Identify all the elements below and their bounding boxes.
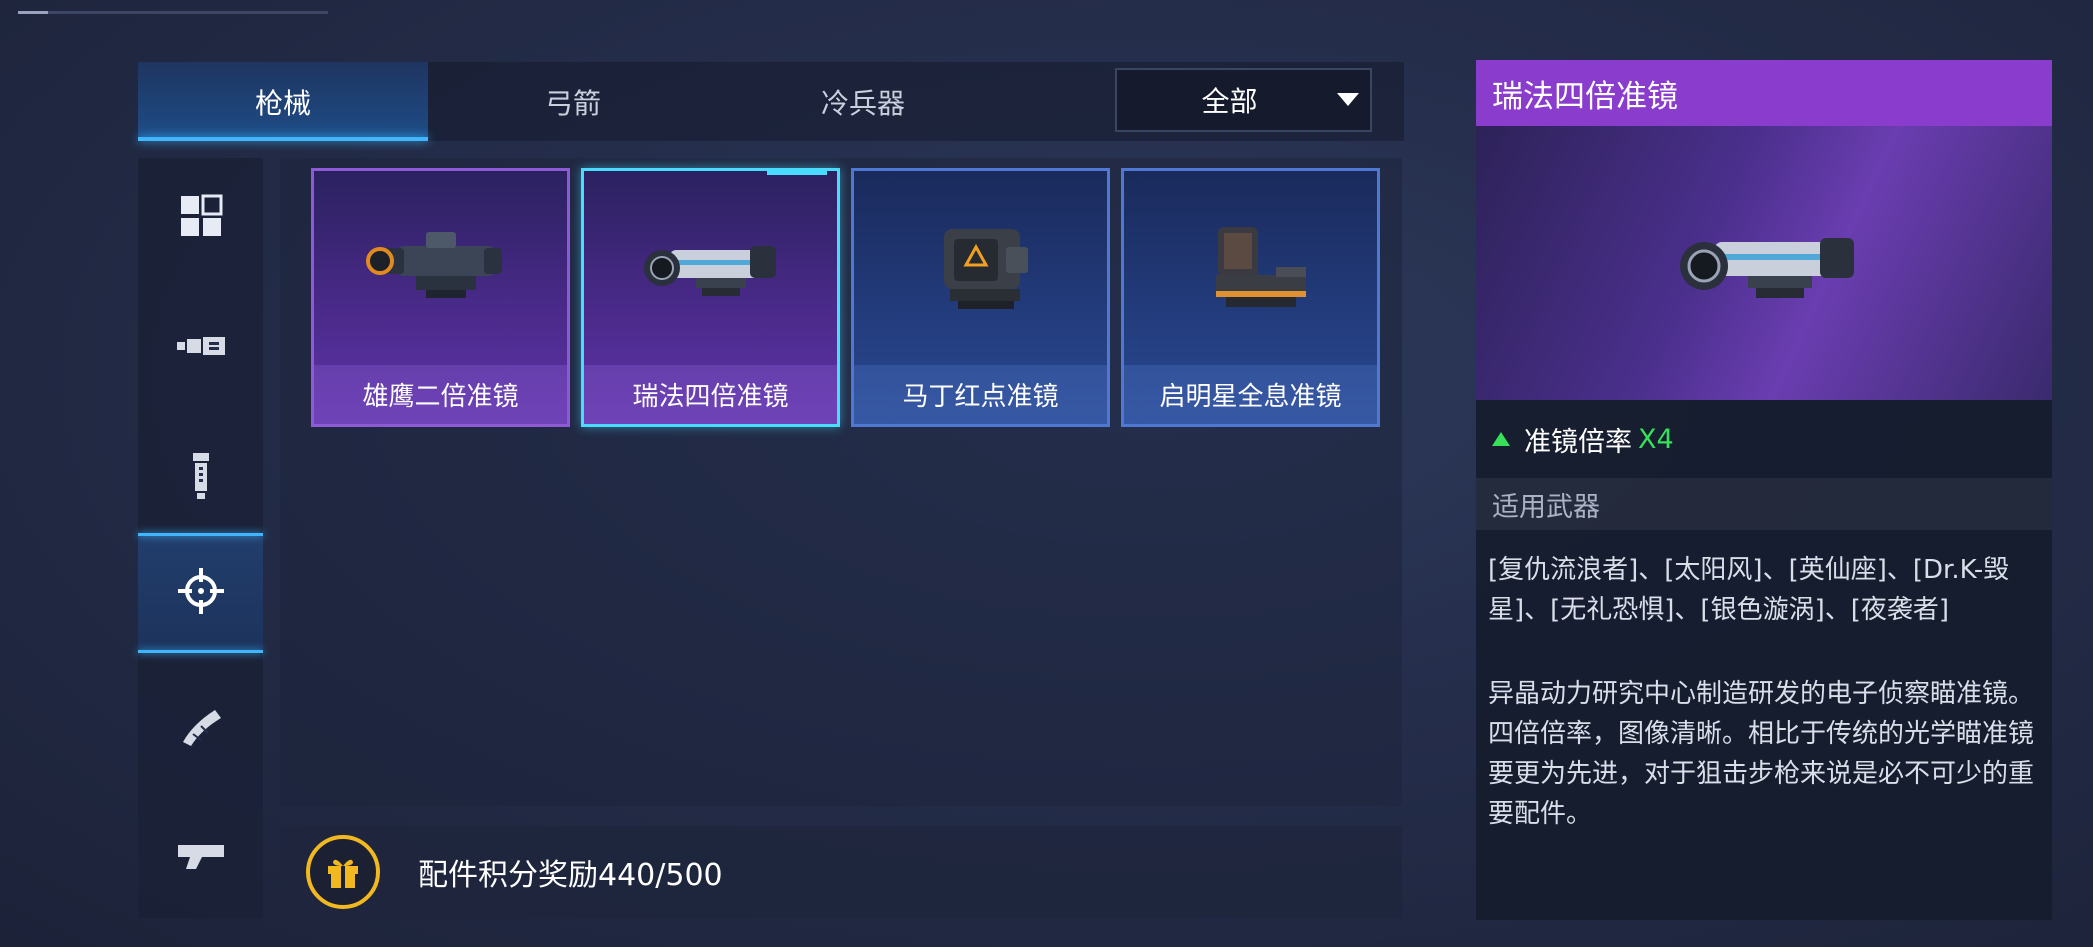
attachment-category-sidebar [138, 158, 263, 918]
item-name: 雄鹰二倍准镜 [314, 365, 567, 424]
zoom-stat-row: 准镜倍率 X4 [1476, 400, 2052, 478]
tab-firearms[interactable]: 枪械 [138, 62, 428, 141]
item-card[interactable]: 马丁红点准镜 [851, 168, 1110, 427]
sidebar-item-scope[interactable] [138, 533, 263, 653]
sidebar-item-magazine[interactable] [138, 668, 263, 788]
item-card-selected[interactable]: 瑞法四倍准镜 [581, 168, 840, 427]
item-name: 马丁红点准镜 [854, 365, 1107, 424]
attachment-points-reward[interactable]: 配件积分奖励440/500 [280, 826, 1402, 918]
item-detail-panel: 瑞法四倍准镜 准镜倍率 X4 适用武器 [复仇流浪者]、[太阳风]、[英仙座]、… [1476, 60, 2052, 920]
red-dot-scope-image [854, 191, 1107, 341]
item-description: 异晶动力研究中心制造研发的电子侦察瞄准镜。四倍倍率，图像清晰。相比于传统的光学瞄… [1488, 679, 2035, 829]
stat-label: 准镜倍率 [1524, 426, 1632, 458]
tab-label: 冷兵器 [820, 86, 905, 120]
item-card[interactable]: 雄鹰二倍准镜 [311, 168, 570, 427]
sidebar-item-stock[interactable] [138, 798, 263, 918]
scope-4x-image [584, 191, 837, 341]
detail-scope-image [1476, 126, 2052, 400]
tab-label: 弓箭 [544, 86, 601, 120]
top-progress-bar [18, 11, 328, 14]
grip-icon [191, 453, 211, 503]
sidebar-item-barrel[interactable] [138, 288, 263, 408]
reward-progress-text: 配件积分奖励440/500 [418, 858, 723, 893]
compatible-weapons-header: 适用武器 [1476, 478, 2052, 530]
magazine-icon [179, 706, 223, 750]
item-name: 启明星全息准镜 [1124, 365, 1377, 424]
compatible-weapons-list: [复仇流浪者]、[太阳风]、[英仙座]、[Dr.K-毁星]、[无礼恐惧]、[银色… [1488, 555, 2010, 625]
gift-icon [306, 835, 380, 909]
scope-2x-image [314, 191, 567, 341]
holographic-scope-image [1124, 191, 1377, 341]
stat-value: X4 [1638, 423, 1674, 455]
selected-indicator [767, 171, 827, 175]
filter-dropdown-value: 全部 [1201, 85, 1258, 118]
stat-up-triangle-icon [1492, 432, 1510, 446]
all-category-icon [179, 194, 223, 242]
barrel-icon [176, 335, 225, 361]
detail-title: 瑞法四倍准镜 [1476, 60, 2052, 126]
stock-icon [177, 841, 224, 875]
scope-crosshair-icon [177, 568, 224, 618]
chevron-down-icon [1326, 93, 1370, 107]
tab-melee[interactable]: 冷兵器 [718, 62, 1008, 141]
tab-bows[interactable]: 弓箭 [428, 62, 718, 141]
item-name: 瑞法四倍准镜 [584, 365, 837, 424]
filter-dropdown[interactable]: 全部 [1115, 68, 1372, 132]
sidebar-item-all[interactable] [138, 158, 263, 278]
sidebar-item-grip[interactable] [138, 418, 263, 538]
item-card[interactable]: 启明星全息准镜 [1121, 168, 1380, 427]
tab-label: 枪械 [254, 86, 311, 120]
